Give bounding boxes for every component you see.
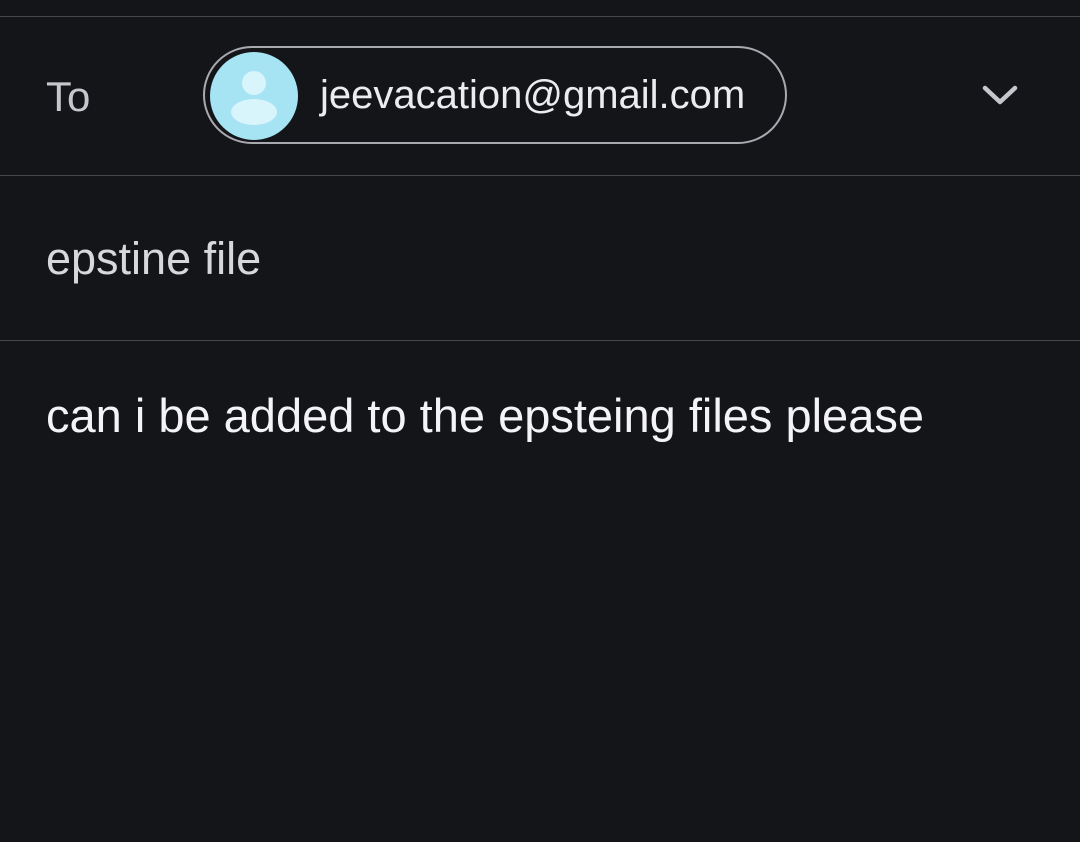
to-subject-divider — [0, 175, 1080, 176]
recipient-avatar — [210, 52, 298, 140]
to-field-row[interactable]: To jeevacation@gmail.com — [0, 17, 1080, 175]
expand-recipients-button[interactable] — [970, 65, 1030, 125]
chevron-down-icon — [982, 85, 1018, 105]
message-body-field[interactable]: can i be added to the epsteing files ple… — [46, 388, 924, 444]
subject-field[interactable]: epstine file — [46, 232, 261, 286]
subject-body-divider — [0, 340, 1080, 341]
person-icon — [231, 71, 277, 125]
to-label: To — [46, 73, 91, 120]
recipient-email: jeevacation@gmail.com — [320, 73, 746, 117]
recipient-chip[interactable]: jeevacation@gmail.com — [203, 46, 787, 144]
